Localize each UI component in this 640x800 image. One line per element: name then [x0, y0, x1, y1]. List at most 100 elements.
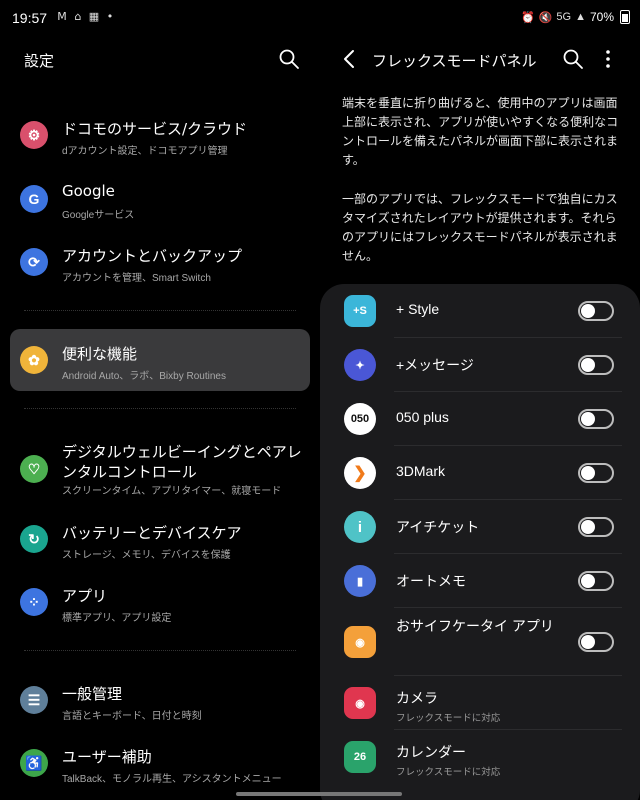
home-indicator[interactable]	[236, 792, 402, 796]
plus-style-icon: +S	[344, 295, 376, 327]
menu-item-digital-wellbeing[interactable]: ♡ デジタルウェルビーイングとペアレンタルコントロール スクリーンタイム、アプリ…	[10, 434, 310, 504]
menu-item-general-management[interactable]: ☰ 一般管理 言語とキーボード、日付と時刻	[10, 669, 310, 731]
app-name: 050 plus	[396, 409, 449, 425]
dot-icon: •	[106, 10, 114, 23]
mute-icon: 🔇	[538, 11, 553, 24]
gmail-icon: M	[57, 10, 67, 23]
app-row-automemo[interactable]: ▮ オートメモ	[320, 554, 640, 608]
app-row-iticket[interactable]: i アイチケット	[320, 500, 640, 554]
toggle-switch[interactable]	[578, 632, 614, 652]
app-row-plus-message[interactable]: ✦ +メッセージ	[320, 338, 640, 392]
app-row-plus-style[interactable]: +S + Style	[320, 284, 640, 338]
alarm-icon: ⏰	[520, 11, 535, 24]
accessibility-icon: ♿	[20, 749, 48, 777]
flex-mode-panel-page: フレックスモードパネル 端末を垂直に折り曲げると、使用中のアプリは画面上部に表示…	[320, 36, 640, 800]
section-divider	[24, 310, 296, 311]
automemo-icon: ▮	[344, 565, 376, 597]
menu-item-title: アカウントとバックアップ	[62, 247, 243, 265]
app-name: 3DMark	[396, 463, 446, 479]
app-name: おサイフケータイ アプリ	[396, 618, 554, 634]
app-subtitle: フレックスモードに対応	[396, 713, 501, 724]
app-subtitle: フレックスモードに対応	[396, 767, 501, 778]
menu-item-subtitle: スクリーンタイム、アプリタイマー、就寝モード	[62, 486, 282, 497]
app-name: カレンダー	[396, 744, 466, 760]
app-row-osaifu[interactable]: ◉ おサイフケータイ アプリ	[320, 608, 640, 676]
menu-item-subtitle: dアカウント設定、ドコモアプリ管理	[62, 146, 228, 157]
050plus-icon: 050	[344, 403, 376, 435]
toggle-switch[interactable]	[578, 355, 614, 375]
menu-item-title: Google	[62, 182, 115, 200]
menu-item-google[interactable]: G Google Googleサービス	[10, 168, 310, 230]
calendar-icon: ▦	[88, 10, 100, 23]
system-icons: ⏰ 🔇 5G ▲ 70%	[521, 10, 630, 24]
menu-item-subtitle: TalkBack、モノラル再生、アシスタントメニュー	[62, 774, 282, 785]
app-name: オートメモ	[396, 573, 466, 589]
app-name: アイチケット	[396, 519, 480, 535]
battery-level: 70%	[589, 10, 614, 24]
app-row-camera[interactable]: ◉ カメラ フレックスモードに対応	[320, 676, 640, 730]
osaifu-icon: ◉	[344, 626, 376, 658]
gear-icon: ⚙	[20, 121, 48, 149]
menu-item-title: バッテリーとデバイスケア	[62, 524, 242, 542]
battery-icon	[620, 10, 630, 24]
toggle-switch[interactable]	[578, 463, 614, 483]
app-name: カメラ	[396, 690, 438, 706]
menu-item-title: 便利な機能	[62, 345, 138, 363]
menu-item-title: アプリ	[62, 587, 108, 605]
app-row-3dmark[interactable]: ❯ 3DMark	[320, 446, 640, 500]
apps-icon: ⁘	[20, 588, 48, 616]
menu-item-title: ユーザー補助	[62, 748, 152, 766]
detail-title: フレックスモードパネル	[372, 52, 537, 70]
google-icon: G	[20, 185, 48, 213]
description-paragraph: 一部のアプリでは、フレックスモードで独自にカスタマイズされたレイアウトが提供され…	[342, 192, 618, 263]
menu-item-title: 一般管理	[62, 685, 123, 703]
plus-message-icon: ✦	[344, 349, 376, 381]
search-icon[interactable]	[562, 48, 584, 70]
app-row-050plus[interactable]: 050 050 plus	[320, 392, 640, 446]
signal-icon: ▲	[575, 11, 586, 23]
menu-item-title: ドコモのサービス/クラウド	[62, 120, 248, 138]
app-row-calendar[interactable]: 26 カレンダー フレックスモードに対応	[320, 730, 640, 784]
menu-item-subtitle: 標準アプリ、アプリ設定	[62, 613, 172, 624]
page-title: 設定	[24, 52, 55, 70]
5g-icon: 5G	[556, 11, 572, 23]
menu-item-battery-device-care[interactable]: ↻ バッテリーとデバイスケア ストレージ、メモリ、デバイスを保護	[10, 508, 310, 570]
camera-icon: ◉	[344, 687, 376, 719]
menu-item-subtitle: Googleサービス	[62, 210, 135, 221]
menu-item-advanced-features[interactable]: ✿ 便利な機能 Android Auto、ラボ、Bixby Routines	[10, 329, 310, 391]
more-options-icon[interactable]	[604, 48, 612, 70]
toggle-switch[interactable]	[578, 409, 614, 429]
clock: 19:57	[12, 10, 48, 26]
toggle-switch[interactable]	[578, 517, 614, 537]
status-bar: 19:57 M ⌂ ▦ • ⏰ 🔇 5G ▲ 70%	[0, 0, 640, 36]
3dmark-icon: ❯	[344, 457, 376, 489]
iticket-icon: i	[344, 511, 376, 543]
menu-item-subtitle: ストレージ、メモリ、デバイスを保護	[62, 550, 231, 561]
sliders-icon: ☰	[20, 686, 48, 714]
calendar-app-icon: 26	[344, 741, 376, 773]
section-divider	[24, 408, 296, 409]
app-list: +S + Style ✦ +メッセージ 050 050 plus ❯ 3DMar…	[320, 284, 640, 800]
wellbeing-icon: ♡	[20, 455, 48, 483]
section-divider	[24, 650, 296, 651]
device-care-icon: ↻	[20, 525, 48, 553]
back-icon[interactable]	[340, 48, 360, 70]
app-name: + Style	[396, 301, 440, 317]
menu-item-apps[interactable]: ⁘ アプリ 標準アプリ、アプリ設定	[10, 571, 310, 633]
description-paragraph: 端末を垂直に折り曲げると、使用中のアプリは画面上部に表示され、アプリが使いやすく…	[342, 96, 619, 167]
menu-item-subtitle: アカウントを管理、Smart Switch	[62, 273, 211, 284]
sync-icon: ⟳	[20, 248, 48, 276]
search-icon[interactable]	[278, 48, 300, 70]
menu-item-accounts[interactable]: ⟳ アカウントとバックアップ アカウントを管理、Smart Switch	[10, 231, 310, 293]
menu-item-title: デジタルウェルビーイングとペアレンタルコントロール	[62, 443, 302, 481]
app-name: +メッセージ	[396, 357, 474, 373]
settings-panel: 設定 ⚙ ドコモのサービス/クラウド dアカウント設定、ドコモアプリ管理 G G…	[0, 36, 320, 800]
menu-item-docomo[interactable]: ⚙ ドコモのサービス/クラウド dアカウント設定、ドコモアプリ管理	[10, 104, 310, 166]
notification-icons: M ⌂ ▦ •	[56, 10, 116, 23]
toggle-switch[interactable]	[578, 571, 614, 591]
home-icon: ⌂	[74, 10, 82, 23]
detail-header: フレックスモードパネル	[320, 36, 640, 84]
settings-header: 設定	[0, 36, 320, 84]
toggle-switch[interactable]	[578, 301, 614, 321]
menu-item-accessibility[interactable]: ♿ ユーザー補助 TalkBack、モノラル再生、アシスタントメニュー	[10, 732, 310, 794]
